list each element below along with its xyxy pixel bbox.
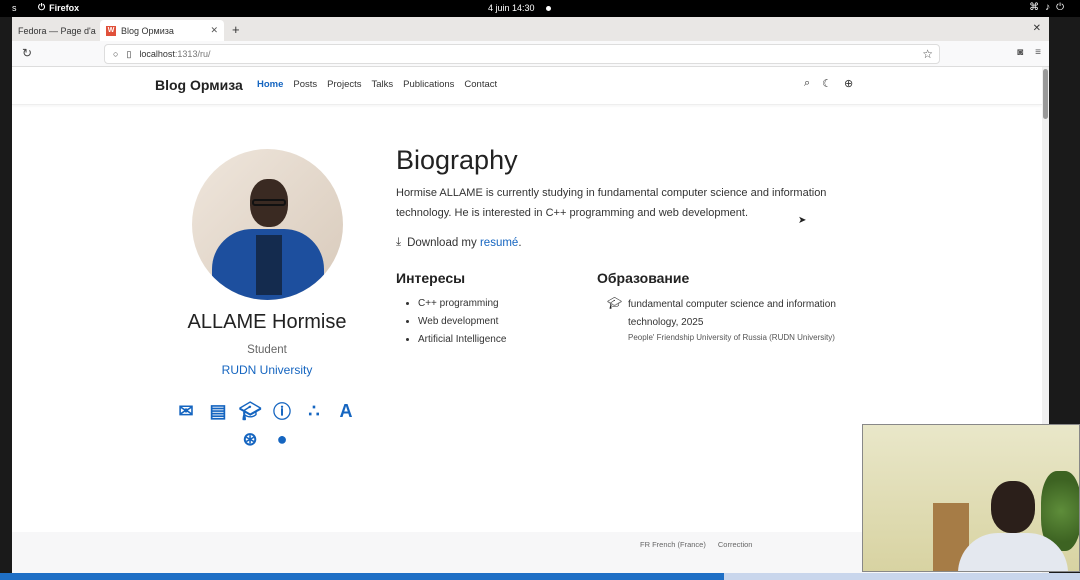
search-icon[interactable]: ⌕ <box>804 77 810 90</box>
site-info-icon[interactable]: ○ <box>113 49 118 59</box>
list-item: Artificial Intelligence <box>418 331 506 349</box>
avatar-glasses <box>252 199 286 206</box>
biography-title: Biography <box>396 145 518 175</box>
tab-label: Blog Ормиза <box>121 25 174 36</box>
system-tray[interactable]: ⌘ ♪ ⏻ <box>1029 2 1064 13</box>
download-icon: ⤓ <box>396 236 402 248</box>
new-tab-button[interactable]: + <box>232 22 240 37</box>
site-navbar: Blog Ормиза Home Posts Projects Talks Pu… <box>12 67 1042 105</box>
url-path: :1313/ru/ <box>174 49 211 59</box>
mendeley-icon[interactable]: ∴ <box>301 400 327 422</box>
tab-blog[interactable]: W Blog Ормиза ✕ <box>100 20 224 41</box>
power-icon: ⏻ <box>38 2 46 12</box>
menu-contact[interactable]: Contact <box>464 79 497 90</box>
education-institution: People' Friendship University of Russia … <box>628 333 835 342</box>
interests-list: C++ programming Web development Artifici… <box>418 295 506 349</box>
download-resume: ⤓ Download my resumé. <box>396 236 522 249</box>
close-window-icon[interactable]: ✕ <box>1033 23 1041 34</box>
site-menu: Home Posts Projects Talks Publications C… <box>257 79 497 90</box>
tab-strip: Fedora — Page d'a ✕ W Blog Ормиза ✕ + ✕ <box>12 17 1049 41</box>
toolbar-right: ◙ ≡ <box>1017 47 1041 58</box>
site-brand[interactable]: Blog Ормиза <box>155 77 243 93</box>
webcam-person-head <box>991 481 1035 533</box>
menu-home[interactable]: Home <box>257 79 283 90</box>
interests-title: Интересы <box>396 270 466 286</box>
tab-fedora[interactable]: Fedora — Page d'a ✕ <box>12 20 98 41</box>
social-links: ✉ ▤ 🎓︎ ⓘ ∴ A ⊛ ● <box>160 400 372 450</box>
menu-posts[interactable]: Posts <box>293 79 317 90</box>
resume-link[interactable]: resumé <box>480 237 518 249</box>
clock[interactable]: 4 juin 14:30 <box>488 3 535 13</box>
favicon-icon: W <box>106 25 116 36</box>
webcam-overlay <box>862 424 1080 572</box>
menu-talks[interactable]: Talks <box>372 79 394 90</box>
download-suffix: . <box>518 236 522 249</box>
menu-publications[interactable]: Publications <box>403 79 454 90</box>
bookmark-star-icon[interactable]: ☆ <box>922 47 933 61</box>
graduation-cap-icon: 🎓︎ <box>607 296 623 310</box>
recording-progress-bar <box>0 573 1080 580</box>
network-icon: ⌘ <box>1029 2 1040 13</box>
education-course: fundamental computer science and informa… <box>628 299 836 328</box>
download-prefix: Download my <box>407 236 480 249</box>
pocket-icon[interactable]: ◙ <box>1017 47 1023 58</box>
tab-label: Fedora — Page d'a <box>18 25 96 36</box>
profile-role: Student <box>247 344 287 356</box>
notification-dot <box>546 6 551 11</box>
academia-icon[interactable]: A <box>333 400 359 422</box>
profile-organization[interactable]: RUDN University <box>152 363 382 377</box>
activities-button[interactable]: s <box>12 3 17 13</box>
github-icon[interactable]: ● <box>269 428 295 450</box>
scrollbar-thumb[interactable] <box>1043 69 1048 119</box>
progress-fill <box>0 573 724 580</box>
graduation-cap-icon[interactable]: 🎓︎ <box>237 400 263 422</box>
page-icon: ▯ <box>126 48 132 59</box>
site-tools: ⌕ ☾ ⊕ <box>804 77 853 90</box>
mouse-cursor-icon: ➤ <box>798 215 807 226</box>
profile-name: ALLAME Hormise <box>187 311 347 333</box>
navigation-toolbar: ↻ ○ ▯ localhost:1313/ru/ ☆ ◙ ≡ <box>12 41 1049 67</box>
avatar <box>192 149 343 300</box>
education-title: Образование <box>597 270 690 286</box>
book-icon[interactable]: ▤ <box>205 400 231 422</box>
hamburger-menu-icon[interactable]: ≡ <box>1035 47 1041 58</box>
menu-projects[interactable]: Projects <box>327 79 361 90</box>
system-top-bar: s ⏻ Firefox 4 juin 14:30 ⌘ ♪ ⏻ <box>0 0 1080 17</box>
url-bar[interactable]: ○ ▯ localhost:1313/ru/ ☆ <box>104 44 940 64</box>
correction-label[interactable]: Correction <box>718 540 753 549</box>
list-item: Web development <box>418 313 506 331</box>
close-icon[interactable]: ✕ <box>210 25 218 36</box>
avatar-shirt <box>256 235 282 295</box>
dark-mode-icon[interactable]: ☾ <box>822 77 832 90</box>
app-menu[interactable]: ⏻ Firefox <box>38 2 79 13</box>
language-globe-icon[interactable]: ⊕ <box>844 77 853 90</box>
app-name: Firefox <box>49 2 80 13</box>
power-menu-icon: ⏻ <box>1056 2 1064 13</box>
list-item: C++ programming <box>418 295 506 313</box>
researchgate-icon[interactable]: ⊛ <box>237 428 263 450</box>
volume-icon: ♪ <box>1045 2 1051 13</box>
reload-icon[interactable]: ↻ <box>22 46 32 60</box>
url-host: localhost <box>139 49 175 59</box>
orcid-icon[interactable]: ⓘ <box>269 400 295 422</box>
envelope-icon[interactable]: ✉ <box>173 400 199 422</box>
input-language[interactable]: FR French (France) <box>640 540 706 549</box>
